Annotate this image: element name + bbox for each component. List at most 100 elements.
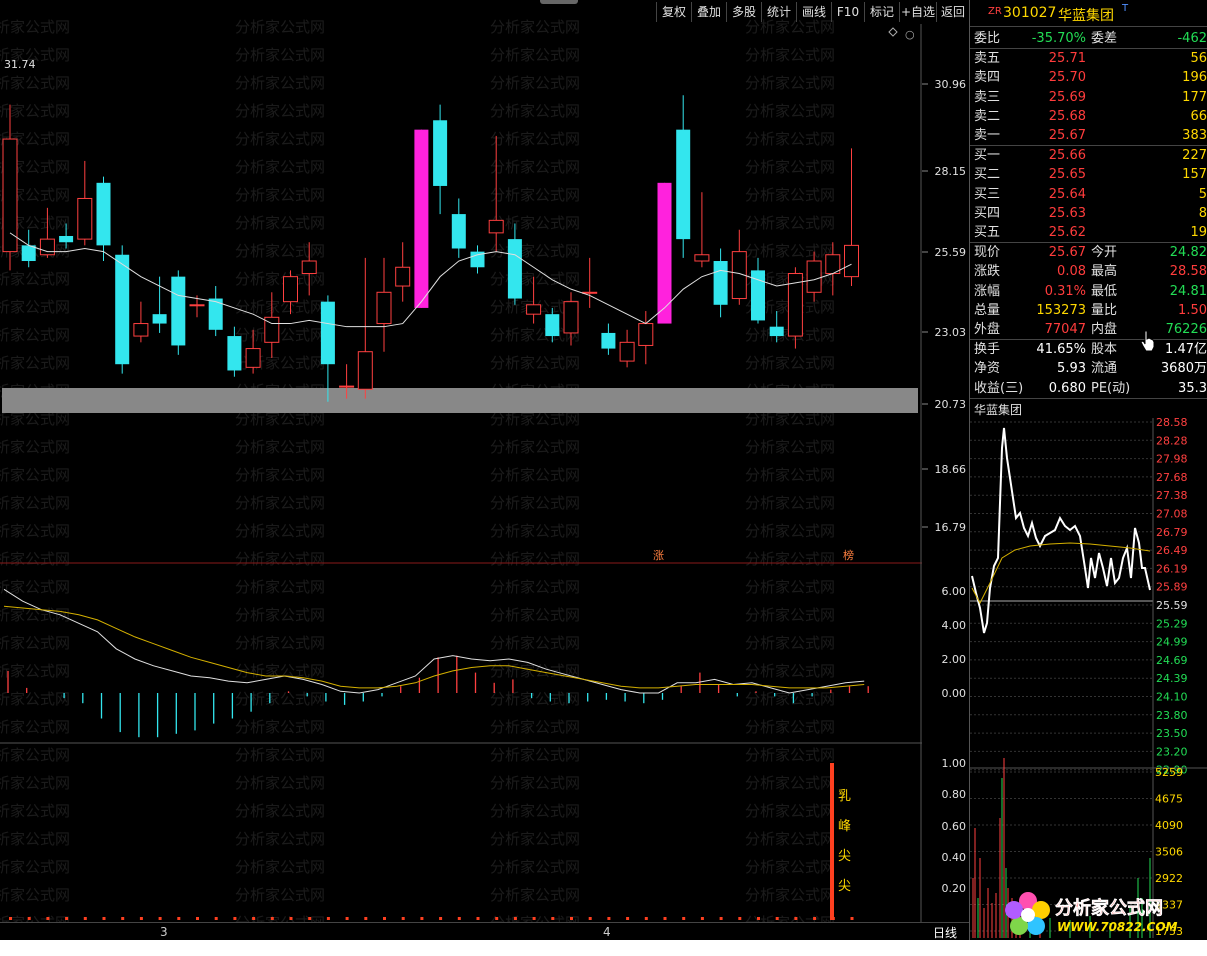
candle-body <box>638 323 654 346</box>
stat-label-2: 量比 <box>1091 302 1118 318</box>
indicator-axis-label: 0.60 <box>942 820 967 833</box>
candle-body <box>39 238 55 256</box>
watermark-text: 分析家公式网 <box>745 662 835 680</box>
indicator-dot <box>719 917 723 920</box>
indicator-dot <box>46 917 50 920</box>
bid-row[interactable]: 买五 25.62 19 <box>970 223 1207 242</box>
indicator-dot <box>757 917 760 920</box>
watermark-text: 分析家公式网 <box>0 438 70 456</box>
indicator-dot <box>644 917 648 920</box>
candle-body <box>2 138 18 253</box>
indicator-dot <box>308 917 312 920</box>
indicator-dot <box>177 917 181 920</box>
price-axis-label: 16.79 <box>935 521 967 534</box>
back-button[interactable]: 返回 <box>936 2 969 22</box>
stat-value: 25.67 <box>1048 245 1086 260</box>
watermark-text: 分析家公式网 <box>745 746 835 764</box>
intraday-price-label: 24.69 <box>1156 654 1188 667</box>
ask-label: 卖二 <box>974 108 1001 124</box>
ask-row[interactable]: 卖三 25.69 177 <box>970 88 1207 107</box>
intraday-chart[interactable]: 28.58 28.28 27.98 27.68 27.38 27.08 26.79 26.49… <box>970 418 1207 938</box>
mark-button[interactable]: 标记 <box>864 2 899 22</box>
candle <box>171 270 186 355</box>
watermark-text: 分析家公式网 <box>0 494 70 512</box>
watermark-text: 分析家公式网 <box>490 270 580 288</box>
watermark-text: 分析家公式网 <box>490 102 580 120</box>
ask-label: 卖一 <box>974 128 1001 144</box>
bid-volume: 5 <box>1198 186 1207 202</box>
overlay-button[interactable]: 叠加 <box>691 2 726 22</box>
kline-chart[interactable]: 分析家公式网分析家公式网分析家公式网分析家公式网分析家公式网分析家公式网分析家公… <box>0 0 970 922</box>
intraday-price-label: 23.50 <box>1156 727 1188 740</box>
watermark-text: 分析家公式网 <box>235 606 325 624</box>
statistics-button[interactable]: 统计 <box>761 2 796 22</box>
watermark-text: 分析家公式网 <box>235 74 325 92</box>
ask-row[interactable]: 卖一 25.67 383 <box>970 126 1207 145</box>
watermark-text: 分析家公式网 <box>0 886 70 904</box>
candle-body <box>59 235 74 243</box>
stat2-value-2: 35.3 <box>1178 380 1207 396</box>
add-favorite-button[interactable]: +自选 <box>899 2 936 22</box>
candle-body <box>115 254 130 365</box>
watermark-text: 分析家公式网 <box>235 102 325 120</box>
indicator-dot <box>682 917 686 920</box>
watermark-text: 分析家公式网 <box>0 18 70 36</box>
watermark-text: 分析家公式网 <box>490 606 580 624</box>
bid-row[interactable]: 买二 25.65 157 <box>970 165 1207 184</box>
multi-stock-button[interactable]: 多股 <box>726 2 761 22</box>
fuquan-button[interactable]: 复权 <box>656 2 691 22</box>
draw-line-button[interactable]: 画线 <box>796 2 831 22</box>
ask-row[interactable]: 卖五 25.71 56 <box>970 49 1207 68</box>
price-axis-label: 20.73 <box>935 398 967 411</box>
diamond-icon <box>888 27 898 37</box>
candle-body <box>227 336 242 371</box>
ask-row[interactable]: 卖四 25.70 196 <box>970 68 1207 87</box>
ask-price: 25.68 <box>1048 108 1086 124</box>
chart-area: 分析家公式网分析家公式网分析家公式网分析家公式网分析家公式网分析家公式网分析家公… <box>0 0 970 940</box>
intraday-price-label: 24.10 <box>1156 691 1188 704</box>
macd-axis-label: 6.00 <box>942 585 967 598</box>
bid-row[interactable]: 买三 25.64 5 <box>970 185 1207 204</box>
bid-row[interactable]: 买一 25.66 227 <box>970 146 1207 165</box>
candle-body <box>713 261 728 305</box>
stock-code: 301027 <box>1003 5 1057 21</box>
indicator-dot <box>233 917 237 920</box>
watermark-text: 分析家公式网 <box>745 886 835 904</box>
bid-volume: 8 <box>1198 205 1207 221</box>
watermark-text: 分析家公式网 <box>235 326 325 344</box>
weibi-value: -35.70% <box>1031 31 1086 46</box>
candle <box>451 198 466 258</box>
price-axis-label: 30.96 <box>935 78 967 91</box>
stat-value: 0.08 <box>1057 264 1086 280</box>
intraday-volume-label: 5259 <box>1155 766 1183 779</box>
trading-software-window: 分析家公式网分析家公式网分析家公式网分析家公式网分析家公式网分析家公式网分析家公… <box>0 0 1207 956</box>
watermark-text: 分析家公式网 <box>490 578 580 596</box>
candle-body <box>376 291 392 325</box>
window-drag-handle[interactable] <box>540 0 578 4</box>
candle-body <box>77 197 93 240</box>
candle-body <box>676 129 691 240</box>
watermark-text: 分析家公式网 <box>490 438 580 456</box>
candle <box>376 257 392 352</box>
candle <box>395 242 411 302</box>
watermark-text: 分析家公式网 <box>0 354 70 372</box>
watermark-text: 分析家公式网 <box>0 522 70 540</box>
period-label[interactable]: 日线 <box>933 924 957 941</box>
stat-label-2: 最低 <box>1091 283 1118 299</box>
watermark-text: 分析家公式网 <box>0 746 70 764</box>
f10-button[interactable]: F10 <box>831 2 864 22</box>
bid-label: 买二 <box>974 167 1001 183</box>
watermark-text: 分析家公式网 <box>745 494 835 512</box>
candle-body <box>283 276 298 303</box>
price-axis-label: 23.03 <box>935 326 967 339</box>
ask-price: 25.67 <box>1048 128 1086 144</box>
indicator-dot <box>850 917 854 920</box>
stat-row: 总量 153273 量比 1.50 <box>970 301 1207 320</box>
watermark-text: 分析家公式网 <box>745 830 835 848</box>
bid-row[interactable]: 买四 25.63 8 <box>970 204 1207 223</box>
candle-body <box>488 219 504 234</box>
stat-value-2: 1.50 <box>1178 302 1207 318</box>
status-bar: 3 4 日线 <box>0 922 970 941</box>
ask-row[interactable]: 卖二 25.68 66 <box>970 107 1207 126</box>
t-tag: T <box>1122 3 1129 14</box>
